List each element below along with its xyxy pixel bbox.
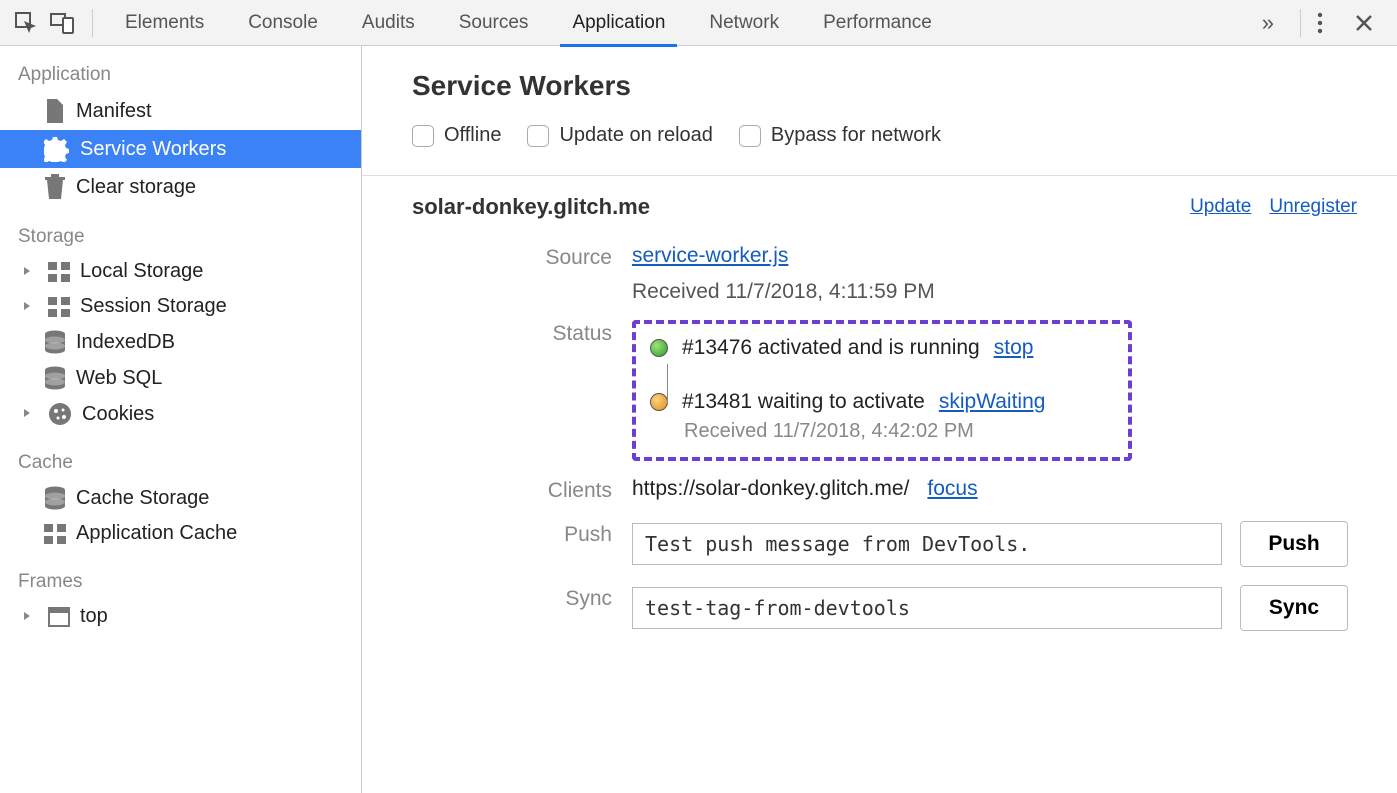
status-running: #13476 activated and is running stop [650,336,1108,360]
received-text: Received 11/7/2018, 4:11:59 PM [632,280,1357,304]
push-button[interactable]: Push [1240,521,1348,567]
label-status: Status [412,320,632,346]
chevron-right-icon [22,408,34,420]
sync-button[interactable]: Sync [1240,585,1348,631]
sidebar-item-label: Cookies [82,403,154,426]
grid-icon [48,262,70,282]
options-row: Offline Update on reload Bypass for netw… [412,124,1357,157]
origin-text: solar-donkey.glitch.me [412,194,650,220]
toolbar-tabs: Elements Console Audits Sources Applicat… [103,0,954,46]
sidebar-item-indexeddb[interactable]: IndexedDB [0,324,361,360]
section-cache: Cache [0,444,361,480]
sidebar-item-label: Clear storage [76,176,196,199]
sidebar-item-session-storage[interactable]: Session Storage [0,289,361,324]
sidebar-item-label: IndexedDB [76,331,175,354]
page-title: Service Workers [412,70,1357,102]
chevron-right-icon [22,266,34,278]
device-toggle-icon[interactable] [46,7,78,39]
close-icon[interactable] [1355,14,1387,32]
kebab-menu-icon[interactable] [1317,12,1349,34]
database-icon [44,486,66,510]
sidebar: Application Manifest Service Workers Cle… [0,46,362,793]
sidebar-item-label: Manifest [76,100,152,123]
tab-network[interactable]: Network [687,0,801,46]
sidebar-item-service-workers[interactable]: Service Workers [0,130,361,168]
status-dot-orange-icon [650,393,668,411]
sidebar-item-local-storage[interactable]: Local Storage [0,254,361,289]
sidebar-item-application-cache[interactable]: Application Cache [0,516,361,551]
sidebar-item-websql[interactable]: Web SQL [0,360,361,396]
status-dot-green-icon [650,339,668,357]
update-link[interactable]: Update [1190,196,1251,218]
section-storage: Storage [0,218,361,254]
tab-performance[interactable]: Performance [801,0,954,46]
inspect-icon[interactable] [10,7,42,39]
status-waiting: #13481 waiting to activate skipWaiting [650,390,1108,414]
checkbox-offline[interactable]: Offline [412,124,501,147]
status-highlight-box: #13476 activated and is running stop #13… [632,320,1132,461]
sidebar-item-clear-storage[interactable]: Clear storage [0,168,361,206]
divider [362,175,1397,176]
sidebar-item-top[interactable]: top [0,599,361,634]
document-icon [44,98,66,124]
more-tabs-icon[interactable]: » [1252,10,1284,36]
sidebar-item-cache-storage[interactable]: Cache Storage [0,480,361,516]
frame-icon [48,607,70,627]
chevron-right-icon [22,301,34,313]
checkbox-bypass-for-network[interactable]: Bypass for network [739,124,941,147]
section-frames: Frames [0,563,361,599]
sidebar-item-label: Cache Storage [76,487,209,510]
push-input[interactable] [632,523,1222,565]
checkbox-update-on-reload[interactable]: Update on reload [527,124,712,147]
database-icon [44,330,66,354]
label-sync: Sync [412,585,632,611]
tab-application[interactable]: Application [550,0,687,46]
devtools-toolbar: Elements Console Audits Sources Applicat… [0,0,1397,46]
skipwaiting-link[interactable]: skipWaiting [939,390,1046,414]
label-push: Push [412,521,632,547]
stop-link[interactable]: stop [994,336,1034,360]
status-waiting-received: Received 11/7/2018, 4:42:02 PM [684,420,1108,443]
sidebar-item-label: top [80,605,108,628]
grid-icon [44,524,66,544]
source-file-link[interactable]: service-worker.js [632,244,788,267]
sidebar-item-cookies[interactable]: Cookies [0,396,361,432]
sidebar-item-label: Service Workers [80,138,226,161]
focus-link[interactable]: focus [927,477,977,501]
client-url: https://solar-donkey.glitch.me/ [632,477,909,501]
toolbar-separator-2 [1300,9,1301,37]
sync-input[interactable] [632,587,1222,629]
sidebar-item-label: Local Storage [80,260,203,283]
cookie-icon [48,402,72,426]
label-clients: Clients [412,477,632,503]
main-panel: Service Workers Offline Update on reload… [362,46,1397,793]
sidebar-item-manifest[interactable]: Manifest [0,92,361,130]
gear-icon [44,136,70,162]
sidebar-item-label: Session Storage [80,295,227,318]
grid-icon [48,297,70,317]
chevron-right-icon [22,611,34,623]
sidebar-item-label: Web SQL [76,367,162,390]
database-icon [44,366,66,390]
unregister-link[interactable]: Unregister [1269,196,1357,218]
tab-sources[interactable]: Sources [437,0,551,46]
tab-audits[interactable]: Audits [340,0,437,46]
tab-console[interactable]: Console [226,0,340,46]
section-application: Application [0,56,361,92]
toolbar-separator [92,9,93,37]
label-source: Source [412,244,632,270]
sidebar-item-label: Application Cache [76,522,237,545]
trash-icon [44,174,66,200]
tab-elements[interactable]: Elements [103,0,226,46]
